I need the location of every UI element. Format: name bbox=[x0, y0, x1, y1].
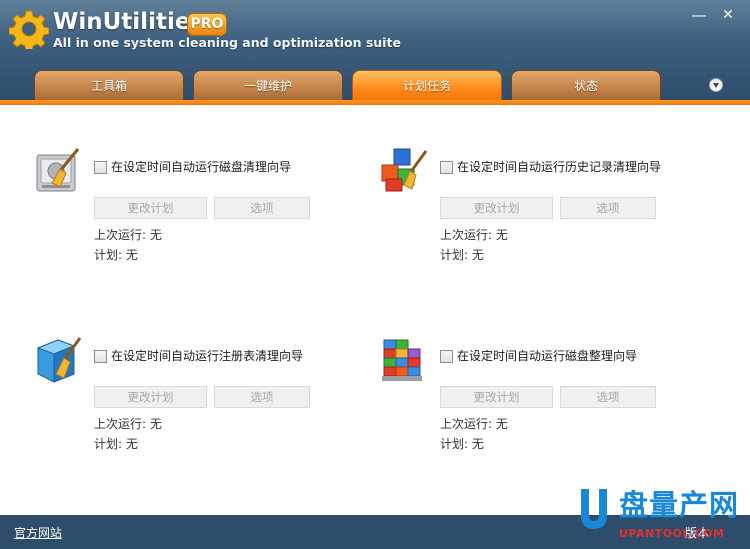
disk-defrag-checkbox[interactable] bbox=[440, 350, 453, 363]
options-button[interactable]: 选项 bbox=[214, 386, 310, 408]
schedule-text: 计划: 无 bbox=[94, 437, 138, 451]
last-run-text: 上次运行: 无 bbox=[440, 417, 508, 431]
minimize-button[interactable]: — bbox=[691, 8, 707, 23]
tab-one-click-maintenance[interactable]: 一键维护 bbox=[193, 70, 343, 101]
schedule-text: 计划: 无 bbox=[440, 437, 484, 451]
app-tagline: All in one system cleaning and optimizat… bbox=[53, 35, 401, 50]
disk-cleanup-label[interactable]: 在设定时间自动运行磁盘清理向导 bbox=[111, 158, 291, 175]
tab-bar: 工具箱 一键维护 计划任务 状态 bbox=[0, 70, 750, 101]
official-website-link[interactable]: 官方网站 bbox=[14, 524, 62, 541]
change-schedule-button[interactable]: 更改计划 bbox=[94, 197, 207, 219]
change-schedule-button[interactable]: 更改计划 bbox=[440, 197, 553, 219]
disk-defrag-icon bbox=[382, 339, 422, 381]
history-cleaner-icon bbox=[381, 148, 428, 192]
options-button[interactable]: 选项 bbox=[560, 197, 656, 219]
task-disk-defrag: 在设定时间自动运行磁盘整理向导 更改计划 选项 上次运行: 无 计划: 无 bbox=[380, 334, 720, 464]
history-cleanup-label[interactable]: 在设定时间自动运行历史记录清理向导 bbox=[457, 158, 661, 175]
schedule-text: 计划: 无 bbox=[440, 248, 484, 262]
disk-cleaner-icon bbox=[36, 148, 80, 192]
tab-status[interactable]: 状态 bbox=[511, 70, 661, 101]
task-disk-cleanup: 在设定时间自动运行磁盘清理向导 更改计划 选项 上次运行: 无 计划: 无 bbox=[34, 145, 374, 275]
pro-badge: PRO bbox=[187, 13, 227, 36]
disk-defrag-label[interactable]: 在设定时间自动运行磁盘整理向导 bbox=[457, 347, 637, 364]
disk-cleanup-checkbox[interactable] bbox=[94, 161, 107, 174]
watermark-logo-icon bbox=[581, 489, 607, 529]
registry-cleaner-icon bbox=[36, 337, 82, 383]
schedule-text: 计划: 无 bbox=[94, 248, 138, 262]
change-schedule-button[interactable]: 更改计划 bbox=[94, 386, 207, 408]
tab-scheduled-tasks[interactable]: 计划任务 bbox=[352, 70, 502, 101]
gear-icon bbox=[9, 10, 49, 49]
tab-toolbox[interactable]: 工具箱 bbox=[34, 70, 184, 101]
chevron-down-icon[interactable] bbox=[709, 78, 723, 92]
app-window: WinUtilities PRO All in one system clean… bbox=[0, 0, 750, 549]
task-registry-cleanup: 在设定时间自动运行注册表清理向导 更改计划 选项 上次运行: 无 计划: 无 bbox=[34, 334, 374, 464]
task-history-cleanup: 在设定时间自动运行历史记录清理向导 更改计划 选项 上次运行: 无 计划: 无 bbox=[380, 145, 720, 275]
watermark-url: UPANTOOL.COM bbox=[619, 527, 725, 540]
app-title: WinUtilities bbox=[53, 9, 205, 35]
scheduled-tasks-panel: 在设定时间自动运行磁盘清理向导 更改计划 选项 上次运行: 无 计划: 无 在设… bbox=[0, 105, 750, 515]
options-button[interactable]: 选项 bbox=[560, 386, 656, 408]
last-run-text: 上次运行: 无 bbox=[94, 228, 162, 242]
registry-cleanup-checkbox[interactable] bbox=[94, 350, 107, 363]
change-schedule-button[interactable]: 更改计划 bbox=[440, 386, 553, 408]
close-button[interactable]: ✕ bbox=[720, 8, 736, 22]
options-button[interactable]: 选项 bbox=[214, 197, 310, 219]
history-cleanup-checkbox[interactable] bbox=[440, 161, 453, 174]
last-run-text: 上次运行: 无 bbox=[94, 417, 162, 431]
last-run-text: 上次运行: 无 bbox=[440, 228, 508, 242]
registry-cleanup-label[interactable]: 在设定时间自动运行注册表清理向导 bbox=[111, 347, 303, 364]
watermark-name: 盘量产网 bbox=[619, 488, 740, 522]
